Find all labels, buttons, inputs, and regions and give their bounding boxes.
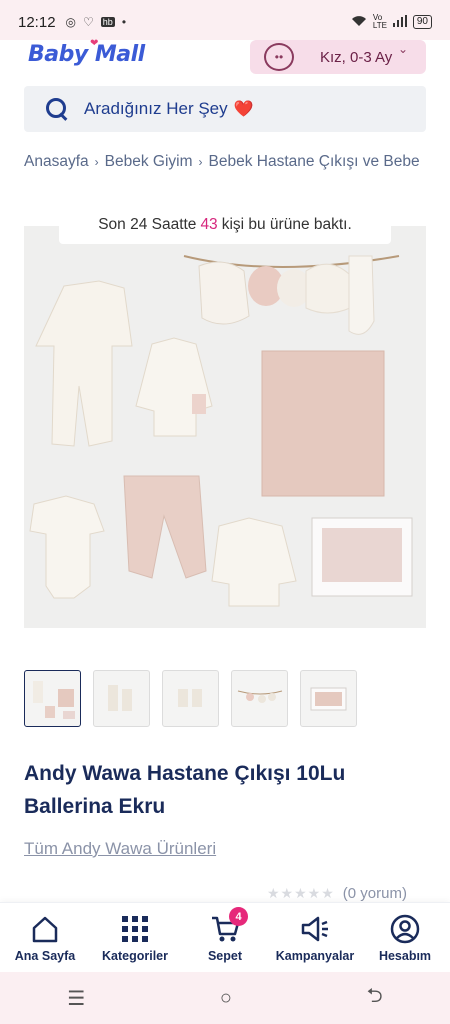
- status-time: 12:12: [18, 13, 56, 31]
- signal-icon: [392, 14, 407, 30]
- views-count: 43: [200, 216, 218, 233]
- breadcrumb-item-subcategory[interactable]: Bebek Hastane Çıkışı ve Bebe: [209, 153, 420, 171]
- thumbnail-2[interactable]: [93, 670, 150, 727]
- network-label: Vo LTE: [372, 13, 387, 30]
- nav-cart-label: Sepet: [207, 949, 243, 963]
- profile-text: Kız, 0-3 Ay: [320, 48, 393, 66]
- hb-icon: hb: [100, 17, 115, 27]
- search-bar[interactable]: Aradığınız Her Şey ❤️: [24, 86, 426, 132]
- breadcrumb-item-category[interactable]: Bebek Giyim: [105, 153, 193, 171]
- heart-emoji: ❤️: [233, 101, 254, 118]
- app-header: Baby Mall ❤ •• Kız, 0-3 Ay ⌄: [0, 38, 450, 80]
- thumbnail-3[interactable]: [162, 670, 219, 727]
- nav-campaigns-label: Kampanyalar: [275, 949, 355, 963]
- nav-account[interactable]: Hesabım: [365, 913, 445, 963]
- chevron-right-icon: ›: [94, 155, 99, 169]
- grid-icon: [119, 913, 151, 945]
- product-page: 12:12 ◎ ♡ hb • Vo LTE 90 Baby Mall ❤ •• …: [0, 0, 450, 1024]
- nav-campaigns[interactable]: Kampanyalar: [275, 913, 355, 963]
- baby-profile-selector[interactable]: •• Kız, 0-3 Ay ⌄: [250, 40, 426, 74]
- nav-cart[interactable]: 4 Sepet: [185, 907, 265, 963]
- heart-app-icon: ♡: [83, 15, 94, 29]
- breadcrumb: Anasayfa › Bebek Giyim › Bebek Hastane Ç…: [24, 153, 450, 171]
- status-right: Vo LTE 90: [351, 14, 432, 30]
- nav-categories-label: Kategoriler: [102, 949, 168, 963]
- menu-icon[interactable]: ☰: [67, 986, 85, 1011]
- notification-icons: ◎ ♡ hb •: [66, 15, 126, 29]
- battery-icon: 90: [412, 15, 432, 29]
- baby-face-icon: ••: [264, 43, 294, 71]
- recent-views-banner: Son 24 Saatte 43 kişi bu ürüne baktı.: [59, 206, 391, 244]
- breadcrumb-item-home[interactable]: Anasayfa: [24, 153, 89, 171]
- thumbnail-5[interactable]: [300, 670, 357, 727]
- product-title: Andy Wawa Hastane Çıkışı 10Lu Ballerina …: [24, 762, 346, 818]
- chevron-down-icon: ⌄: [397, 42, 408, 56]
- bottom-nav: Ana Sayfa Kategoriler 4 Sepet Kampanyala…: [0, 902, 450, 972]
- thumbnail-strip: [24, 670, 357, 727]
- home-circle-icon[interactable]: ○: [220, 987, 232, 1010]
- user-icon: [389, 913, 421, 945]
- cart-count-badge: 4: [229, 907, 248, 926]
- logo-heart-icon: ❤: [90, 38, 98, 49]
- search-icon: [46, 98, 68, 120]
- rating-stars: ★★★★★: [267, 885, 335, 901]
- whatsapp-icon: ◎: [65, 15, 77, 29]
- search-placeholder: Aradığınız Her Şey: [84, 99, 228, 118]
- babymall-logo[interactable]: Baby Mall ❤: [28, 38, 145, 67]
- logo-text: Baby Mall: [28, 42, 145, 67]
- wifi-icon: [351, 15, 367, 30]
- views-suffix: kişi bu ürüne baktı.: [221, 216, 352, 233]
- dot-icon: •: [121, 15, 127, 29]
- thumbnail-4[interactable]: [231, 670, 288, 727]
- nav-categories[interactable]: Kategoriler: [95, 913, 175, 963]
- status-bar: 12:12 ◎ ♡ hb • Vo LTE 90: [0, 0, 450, 44]
- review-count: (0 yorum): [342, 885, 407, 902]
- clothing-set-illustration: [29, 255, 413, 607]
- nav-home-label: Ana Sayfa: [14, 949, 76, 963]
- nav-account-label: Hesabım: [378, 949, 432, 963]
- chevron-right-icon: ›: [198, 155, 203, 169]
- thumbnail-1[interactable]: [24, 670, 81, 727]
- home-icon: [29, 913, 61, 945]
- back-icon[interactable]: ⮌: [367, 981, 383, 1015]
- views-prefix: Son 24 Saatte: [98, 216, 197, 233]
- product-rating[interactable]: ★★★★★ (0 yorum): [267, 885, 407, 902]
- nav-home[interactable]: Ana Sayfa: [5, 913, 85, 963]
- product-main-image[interactable]: [24, 226, 426, 628]
- megaphone-icon: [299, 913, 331, 945]
- brand-products-link[interactable]: Tüm Andy Wawa Ürünleri: [24, 839, 216, 859]
- system-nav-bar: ☰ ○ ⮌: [0, 972, 450, 1024]
